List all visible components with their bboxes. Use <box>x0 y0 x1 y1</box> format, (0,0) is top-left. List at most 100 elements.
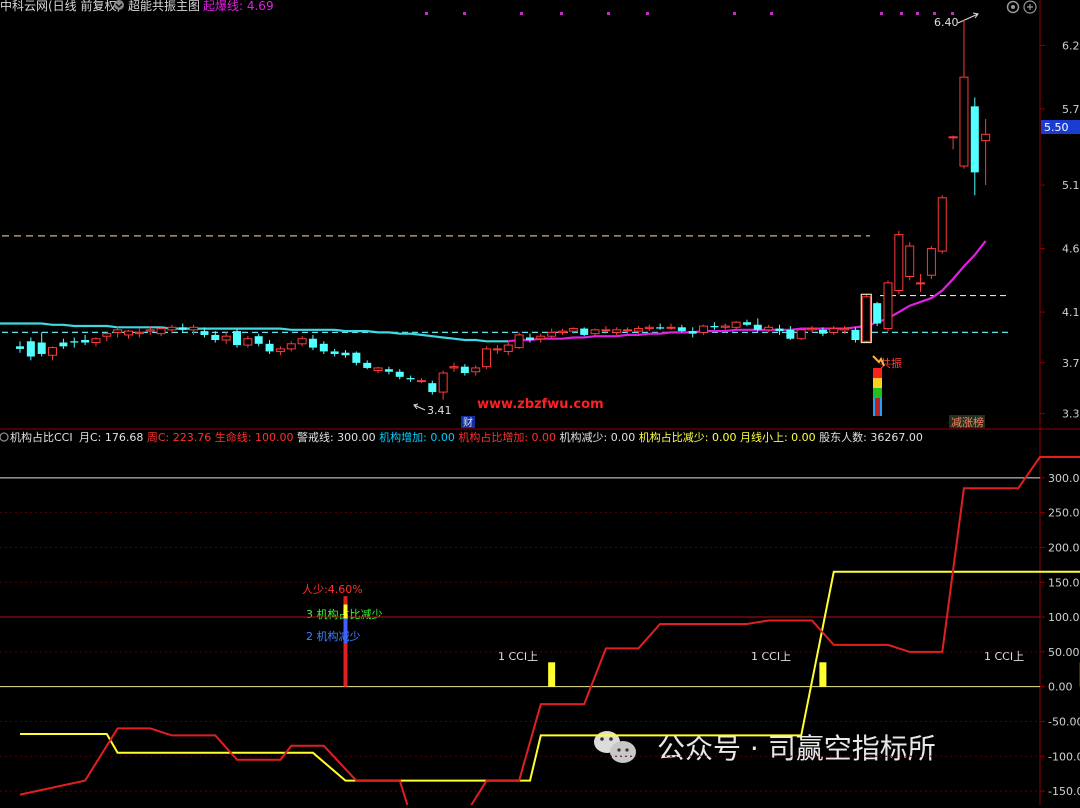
signal-bar-yellow <box>873 378 882 388</box>
signal-dot <box>425 12 428 15</box>
candle-body-down <box>16 346 24 349</box>
candle-body-down <box>689 331 697 334</box>
candle-body-down <box>38 343 46 354</box>
candle-body-up <box>721 326 729 327</box>
cci-up-label-1: 1 CCI上 <box>498 650 538 663</box>
sub-header-item: 警戒线: 300.00 <box>293 430 375 444</box>
candle-body-down <box>363 363 371 368</box>
breakout-label: 起爆线: 4.69 <box>203 0 274 13</box>
reduce-pct-label: 人少:4.60% <box>302 583 363 596</box>
footer-watermark-text: 公众号 · 司赢空指标所 <box>657 732 936 765</box>
chevron-down-icon[interactable] <box>114 0 124 10</box>
candle-body-up <box>244 339 252 345</box>
cci-signal-bar <box>548 662 555 686</box>
price-tick-label: 3.3 <box>1062 408 1080 421</box>
top-bar: 中科云网(日线 前复权) 超能共振主图 起爆线: 4.69 <box>0 0 1036 13</box>
cci-tick-label: -150.00 <box>1048 785 1080 798</box>
candle-body-down <box>266 344 274 352</box>
candle-body-up <box>927 249 935 276</box>
sub-header-item: 机构增加: 0.00 <box>376 430 455 444</box>
candle-body-up <box>298 339 306 344</box>
sub-panel-title[interactable]: 机构占比CCI <box>10 430 73 444</box>
candle-body-down <box>786 330 794 339</box>
sub-panel-settings-icon[interactable] <box>0 433 8 441</box>
candle-body-up <box>830 329 838 333</box>
candle-body-down <box>678 327 686 331</box>
signal-dot <box>607 12 610 15</box>
candle-body-down <box>320 344 328 352</box>
candle-body-up <box>146 330 154 331</box>
candle-body-up <box>808 329 816 330</box>
candle-body-up <box>92 339 100 343</box>
indicator-name[interactable]: 超能共振主图 <box>128 0 200 13</box>
candle-body-up <box>472 368 480 372</box>
candle-body-up <box>135 332 143 333</box>
candle-body-down <box>200 331 208 335</box>
candle-body-down <box>754 325 762 330</box>
signal-dot <box>880 12 883 15</box>
candle-body-up <box>624 330 632 331</box>
candle-body-up <box>49 348 57 356</box>
candle-body-up <box>190 327 198 330</box>
candle-body-up <box>949 137 957 138</box>
signal-bar-red <box>873 368 882 378</box>
high-arrow-icon <box>958 13 978 23</box>
sub-header-item: 股东人数: 36267.00 <box>816 431 923 444</box>
signal-bar-core <box>875 398 880 416</box>
candle-body-up <box>439 373 447 392</box>
cci-tick-label: 0.00 <box>1048 681 1073 694</box>
candle-body-up <box>493 349 501 350</box>
high-price-label: 6.40 <box>934 16 959 29</box>
candle-body-up <box>157 329 165 334</box>
candle-body-down <box>461 367 469 373</box>
low-arrow-icon <box>414 404 425 410</box>
current-price-value: 5.50 <box>1044 121 1069 134</box>
candle-body-up <box>222 336 230 340</box>
candle-body-down <box>309 339 317 348</box>
sub-header-item: 月线小上: 0.00 <box>736 430 815 444</box>
plus-circle-icon[interactable] <box>1024 1 1036 13</box>
signal-dot <box>951 12 954 15</box>
candle-body-up <box>634 329 642 332</box>
app-title: 中科云网(日线 前复权) <box>0 0 121 13</box>
price-tick-label: 4.6 <box>1062 243 1080 256</box>
candle-body-down <box>776 329 784 332</box>
candle-body-down <box>971 106 979 172</box>
candle-body-up <box>938 198 946 251</box>
candle-body-up <box>287 344 295 349</box>
signal-dot <box>916 12 919 15</box>
price-tick-label: 5.7 <box>1062 103 1080 116</box>
signal-dot <box>646 12 649 15</box>
candle-body-down <box>59 343 67 347</box>
candle-body-down <box>385 369 393 372</box>
dragon-tiger-badge-text: 减涨榜 <box>951 415 984 429</box>
sub-header-item: 周C: 223.76 <box>143 431 211 444</box>
candle-body-up <box>700 326 708 332</box>
sub-header-item: 生命线: 100.00 <box>211 430 293 444</box>
gear-icon[interactable] <box>1008 2 1019 13</box>
candle-body-up <box>917 283 925 284</box>
candle-body-up <box>417 381 425 382</box>
candle-body-down <box>428 383 436 392</box>
candle-body-down <box>580 329 588 335</box>
chart-canvas[interactable]: 中科云网(日线 前复权) 超能共振主图 起爆线: 4.69 6.40 3.41 … <box>0 0 1080 805</box>
candle-body-down <box>851 330 859 340</box>
candle-body-up <box>103 334 111 337</box>
candle-body-up <box>765 327 773 330</box>
candle-body-down <box>407 378 415 379</box>
candle-body-up <box>797 330 805 339</box>
candle-body-up <box>537 336 545 339</box>
candle-body-up <box>602 330 610 331</box>
candle-body-down <box>396 372 404 377</box>
candle-body-up <box>374 368 382 371</box>
signal-bar-green <box>873 388 882 398</box>
candle-body-up <box>982 134 990 140</box>
signal-dot <box>463 12 466 15</box>
candle-body-up <box>613 330 621 333</box>
cci-signal-bar <box>344 618 348 643</box>
sub-header-item: 机构占比增加: 0.00 <box>455 430 556 444</box>
cci-signal-bar <box>819 662 826 686</box>
price-tick-label: 3.7 <box>1062 357 1080 370</box>
cci-tick-label: 150.00 <box>1048 576 1080 589</box>
candle-body-down <box>526 337 534 340</box>
